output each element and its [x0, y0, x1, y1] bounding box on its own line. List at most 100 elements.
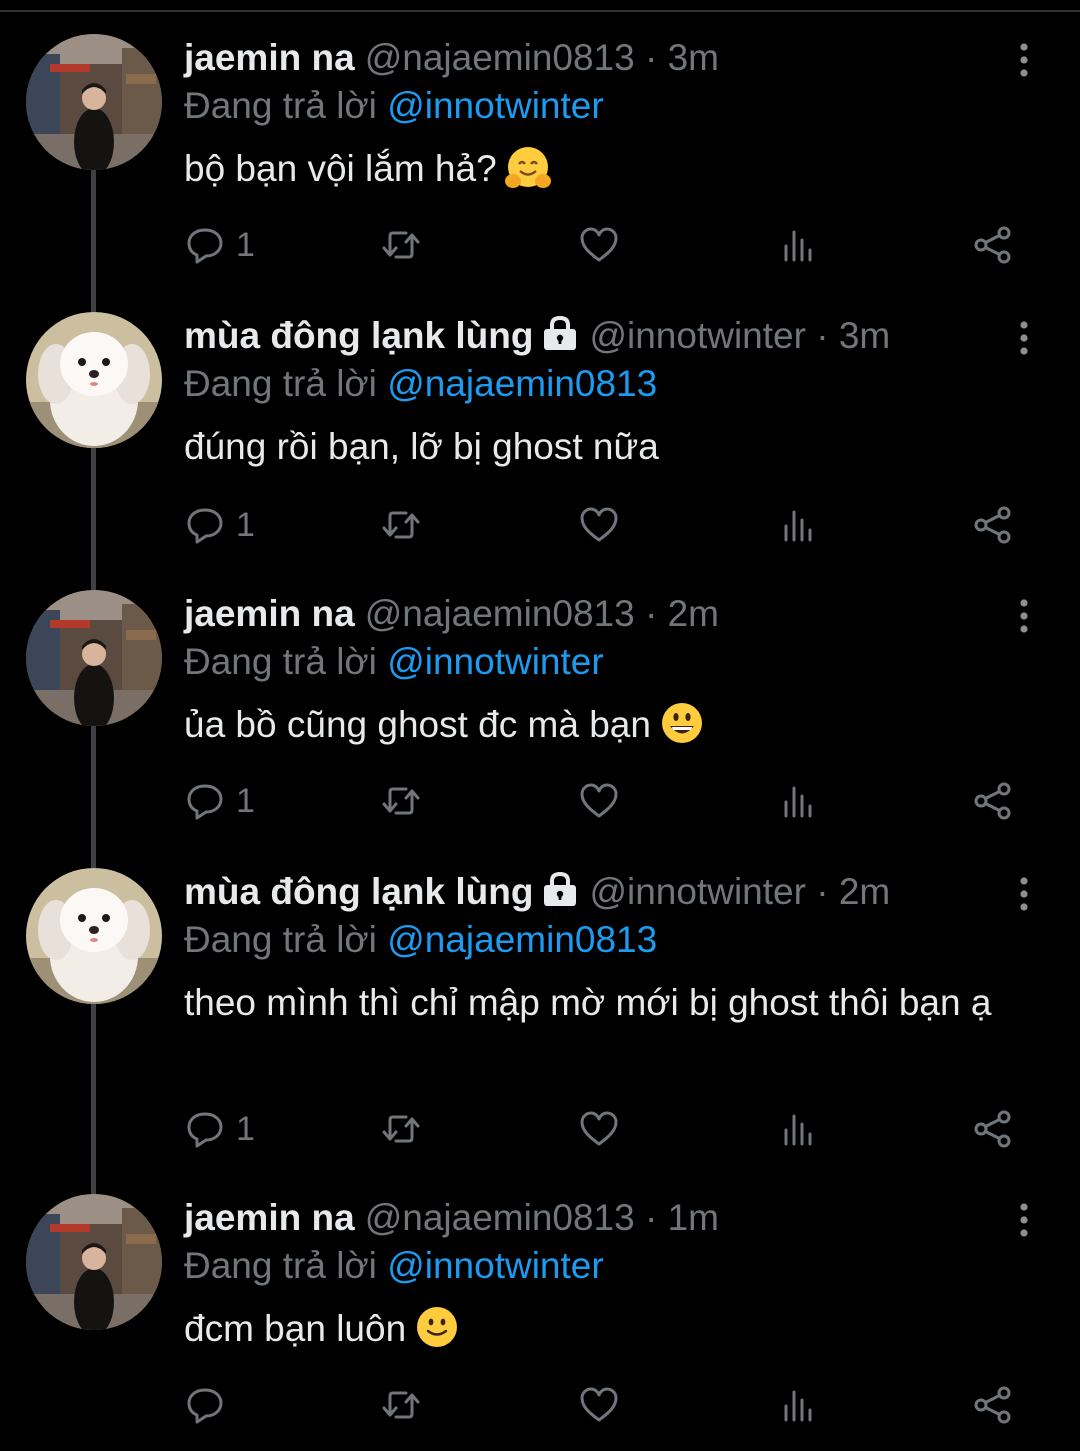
- tweet-header: jaemin na @najaemin0813 · 3m: [184, 34, 1040, 82]
- tweet-text-content: đcm bạn luôn: [184, 1308, 407, 1349]
- reply-button[interactable]: 1: [184, 500, 255, 550]
- heart-icon: [578, 504, 620, 546]
- more-options-icon[interactable]: [1016, 320, 1032, 356]
- username-handle[interactable]: @najaemin0813: [365, 1197, 635, 1238]
- analytics-icon: [778, 780, 820, 822]
- tweet-action-bar: [184, 1380, 1024, 1430]
- street-photo-avatar[interactable]: [26, 1194, 162, 1330]
- reply-button[interactable]: 1: [184, 776, 255, 826]
- views-button[interactable]: [778, 220, 820, 270]
- replying-to: Đang trả lời @najaemin0813: [184, 916, 1040, 964]
- share-icon: [972, 1108, 1014, 1150]
- separator-dot: ·: [634, 593, 668, 634]
- tweet-text: đcm bạn luôn: [184, 1304, 1040, 1354]
- share-button[interactable]: [972, 1104, 1014, 1154]
- reply-count: 1: [236, 225, 255, 264]
- username-handle[interactable]: @innotwinter: [589, 871, 806, 912]
- like-button[interactable]: [578, 776, 620, 826]
- like-button[interactable]: [578, 1380, 620, 1430]
- username-handle[interactable]: @innotwinter: [589, 315, 806, 356]
- reply-button[interactable]: 1: [184, 220, 255, 270]
- views-button[interactable]: [778, 776, 820, 826]
- share-button[interactable]: [972, 1380, 1014, 1430]
- display-name[interactable]: jaemin na: [184, 1197, 355, 1238]
- retweet-icon: [380, 1108, 422, 1150]
- timestamp[interactable]: 2m: [839, 871, 890, 912]
- more-options-icon[interactable]: [1016, 42, 1032, 78]
- tweet-action-bar: 1: [184, 500, 1024, 550]
- separator-dot: ·: [805, 871, 839, 912]
- mention-link[interactable]: @innotwinter: [387, 1245, 604, 1286]
- street-photo-avatar[interactable]: [26, 34, 162, 170]
- reply-icon: [184, 1108, 226, 1150]
- share-button[interactable]: [972, 500, 1014, 550]
- more-options-icon[interactable]: [1016, 876, 1032, 912]
- more-options-icon[interactable]: [1016, 1202, 1032, 1238]
- timestamp[interactable]: 3m: [668, 37, 719, 78]
- share-button[interactable]: [972, 776, 1014, 826]
- like-button[interactable]: [578, 500, 620, 550]
- retweet-button[interactable]: [380, 500, 422, 550]
- reply-icon: [184, 224, 226, 266]
- username-handle[interactable]: @najaemin0813: [365, 593, 635, 634]
- replying-to-label: Đang trả lời: [184, 919, 377, 960]
- thread-connector-line: [91, 1004, 96, 1194]
- views-button[interactable]: [778, 1104, 820, 1154]
- heart-icon: [578, 1108, 620, 1150]
- share-button[interactable]: [972, 220, 1014, 270]
- reply-icon: [184, 780, 226, 822]
- tweet-action-bar: 1: [184, 220, 1024, 270]
- tweet-header: mùa đông lạnk lùng @innotwinter · 3m: [184, 312, 1040, 360]
- retweet-button[interactable]: [380, 776, 422, 826]
- tweet-header: mùa đông lạnk lùng @innotwinter · 2m: [184, 868, 1040, 916]
- like-button[interactable]: [578, 220, 620, 270]
- analytics-icon: [778, 1108, 820, 1150]
- hugging-face-emoji: [504, 145, 551, 191]
- views-button[interactable]: [778, 1380, 820, 1430]
- tweet-action-bar: 1: [184, 1104, 1024, 1154]
- retweet-button[interactable]: [380, 1380, 422, 1430]
- mention-link[interactable]: @innotwinter: [387, 85, 604, 126]
- timestamp[interactable]: 3m: [839, 315, 890, 356]
- display-name[interactable]: mùa đông lạnk lùng: [184, 871, 533, 912]
- lock-icon: [541, 314, 579, 364]
- reply-icon: [184, 1384, 226, 1426]
- display-name[interactable]: jaemin na: [184, 37, 355, 78]
- tweet-text: ủa bồ cũng ghost đc mà bạn: [184, 700, 1040, 750]
- mention-link[interactable]: @najaemin0813: [387, 363, 657, 404]
- tweet-text: đúng rồi bạn, lỡ bị ghost nữa: [184, 422, 1040, 472]
- display-name[interactable]: mùa đông lạnk lùng: [184, 315, 533, 356]
- retweet-icon: [380, 780, 422, 822]
- timestamp[interactable]: 2m: [668, 593, 719, 634]
- replying-to-label: Đang trả lời: [184, 1245, 377, 1286]
- tweet-text-content: bộ bạn vội lắm hả?: [184, 148, 497, 189]
- mention-link[interactable]: @innotwinter: [387, 641, 604, 682]
- street-photo-avatar[interactable]: [26, 590, 162, 726]
- reply-button[interactable]: 1: [184, 1104, 255, 1154]
- reply-icon: [184, 504, 226, 546]
- reply-button[interactable]: [184, 1380, 226, 1430]
- retweet-button[interactable]: [380, 1104, 422, 1154]
- white-puppy-avatar[interactable]: [26, 868, 162, 1004]
- views-button[interactable]: [778, 500, 820, 550]
- tweet-header: jaemin na @najaemin0813 · 1m: [184, 1194, 1040, 1242]
- analytics-icon: [778, 1384, 820, 1426]
- white-puppy-avatar[interactable]: [26, 312, 162, 448]
- separator-dot: ·: [805, 315, 839, 356]
- mention-link[interactable]: @najaemin0813: [387, 919, 657, 960]
- timestamp[interactable]: 1m: [668, 1197, 719, 1238]
- reply-count: 1: [236, 1109, 255, 1148]
- share-icon: [972, 504, 1014, 546]
- share-icon: [972, 224, 1014, 266]
- retweet-button[interactable]: [380, 220, 422, 270]
- lock-icon: [541, 870, 579, 920]
- replying-to: Đang trả lời @innotwinter: [184, 82, 1040, 130]
- share-icon: [972, 1384, 1014, 1426]
- separator-dot: ·: [634, 37, 668, 78]
- username-handle[interactable]: @najaemin0813: [365, 37, 635, 78]
- replying-to-label: Đang trả lời: [184, 363, 377, 404]
- replying-to: Đang trả lời @innotwinter: [184, 1242, 1040, 1290]
- like-button[interactable]: [578, 1104, 620, 1154]
- display-name[interactable]: jaemin na: [184, 593, 355, 634]
- more-options-icon[interactable]: [1016, 598, 1032, 634]
